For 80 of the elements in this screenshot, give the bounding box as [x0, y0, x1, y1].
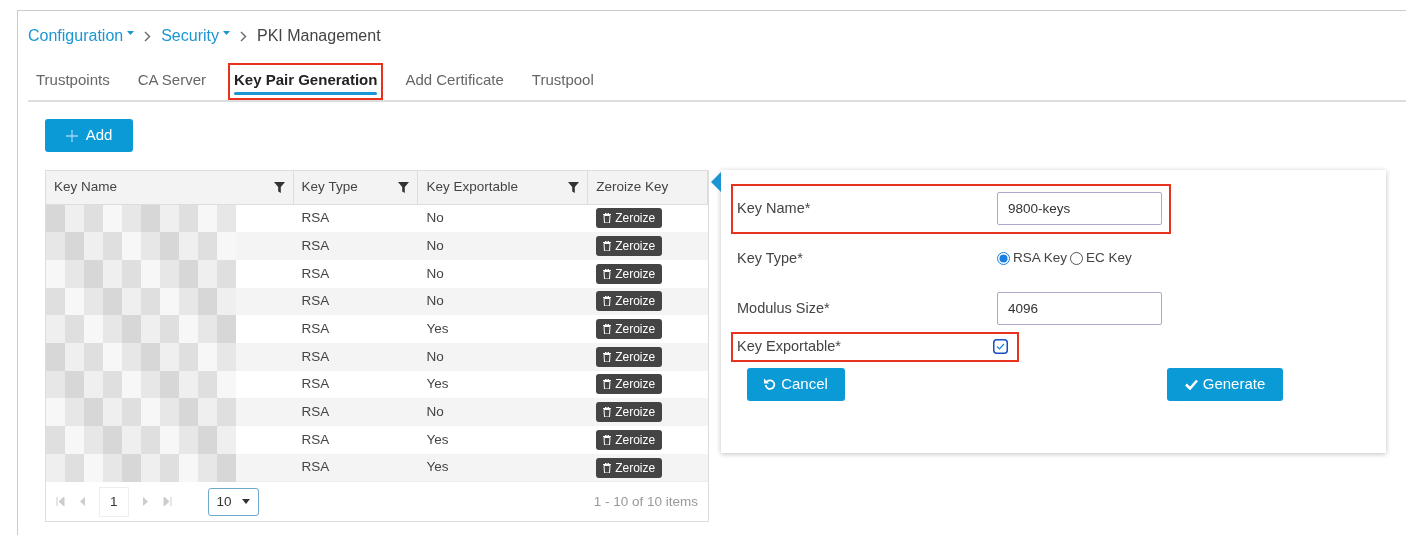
zeroize-button[interactable]: Zeroize	[596, 429, 663, 450]
caret-icon	[127, 30, 135, 35]
table-cell-text: RSA	[300, 264, 331, 283]
tab[interactable]: Key Pair Generation	[228, 63, 384, 100]
pointer-icon	[711, 171, 721, 192]
chevron-icon	[144, 30, 152, 42]
table-cell-text: Yes	[425, 458, 450, 477]
radio-label: EC Key	[1086, 249, 1132, 268]
radio-button[interactable]	[997, 252, 1010, 265]
input-field[interactable]: 4096	[997, 292, 1162, 325]
table-cell-text: Yes	[425, 375, 450, 394]
zeroize-button[interactable]: Zeroize	[596, 291, 663, 312]
zeroize-button[interactable]: Zeroize	[596, 402, 663, 423]
zeroize-button[interactable]: Zeroize	[596, 457, 663, 478]
trash-icon	[603, 296, 612, 307]
trash-icon	[603, 241, 612, 252]
zeroize-button[interactable]: Zeroize	[596, 236, 663, 257]
zeroize-button[interactable]: Zeroize	[596, 374, 663, 395]
table-cell-text: Yes	[425, 319, 450, 338]
trash-icon	[603, 379, 612, 390]
filter-icon	[398, 181, 410, 193]
table-cell-text: No	[425, 403, 445, 422]
trash-icon	[603, 268, 612, 279]
caret-icon	[222, 30, 230, 35]
zeroize-button[interactable]: Zeroize	[596, 263, 663, 284]
radio-button[interactable]	[1070, 252, 1084, 265]
table-cell-text: No	[425, 347, 445, 366]
page-size-select[interactable]: 10	[207, 487, 259, 516]
tab[interactable]: CA Server	[131, 63, 212, 100]
last-page-icon	[162, 497, 172, 507]
trash-icon	[603, 462, 612, 473]
next-page-icon	[142, 497, 149, 507]
column-header: Key Type	[301, 177, 358, 196]
table-cell-text: No	[425, 292, 445, 311]
trash-icon	[603, 213, 612, 224]
table-cell-text: RSA	[300, 319, 331, 338]
filter-icon	[568, 181, 580, 193]
field-label: Key Exportable*	[737, 336, 842, 356]
trash-icon	[603, 407, 612, 418]
column-header: Key Exportable	[426, 177, 518, 196]
table-cell-text: RSA	[300, 430, 331, 449]
table-cell-text: Yes	[425, 430, 450, 449]
radio-label: RSA Key	[1013, 249, 1068, 268]
field-label: Key Type*	[737, 248, 804, 268]
check-icon	[1184, 378, 1198, 390]
column-header: Key Name	[54, 177, 118, 196]
first-page-icon	[56, 497, 65, 507]
field-label: Modulus Size*	[737, 298, 831, 318]
zeroize-button[interactable]: Zeroize	[596, 208, 663, 229]
table-cell-text: No	[425, 209, 445, 228]
zeroize-button[interactable]: Zeroize	[596, 319, 663, 340]
table-cell-text: RSA	[300, 209, 331, 228]
field-label: Key Name*	[737, 198, 812, 218]
tab[interactable]: Add Certificate	[399, 63, 510, 100]
table-cell-text: RSA	[300, 236, 331, 255]
zeroize-button[interactable]: Zeroize	[596, 346, 663, 367]
caret-icon	[241, 499, 250, 505]
tab[interactable]: Trustpoints	[30, 63, 116, 100]
chevron-icon	[239, 30, 247, 42]
page-number[interactable]: 1	[99, 486, 129, 517]
trash-icon	[603, 351, 612, 362]
table-cell-text: RSA	[300, 403, 331, 422]
column-header: Zeroize Key	[596, 177, 669, 196]
tab[interactable]: Trustpool	[525, 63, 600, 100]
table-cell-text: RSA	[300, 292, 331, 311]
input-field[interactable]: 9800-keys	[997, 192, 1162, 225]
trash-icon	[603, 324, 612, 335]
filter-icon	[273, 181, 285, 193]
trash-icon	[603, 434, 612, 445]
previous-page-icon	[79, 497, 85, 507]
checkbox[interactable]	[993, 339, 1008, 354]
table-cell-text: RSA	[300, 347, 331, 366]
table-cell-text: RSA	[300, 375, 331, 394]
breadcrumb-current: PKI Management	[256, 26, 381, 46]
plus-icon	[65, 129, 78, 142]
table-cell-text: RSA	[300, 458, 331, 477]
table-cell-text: No	[425, 236, 445, 255]
pager-summary: 1 - 10 of 10 items	[593, 492, 698, 511]
table-cell-text: No	[425, 264, 445, 283]
undo-icon	[764, 378, 777, 390]
